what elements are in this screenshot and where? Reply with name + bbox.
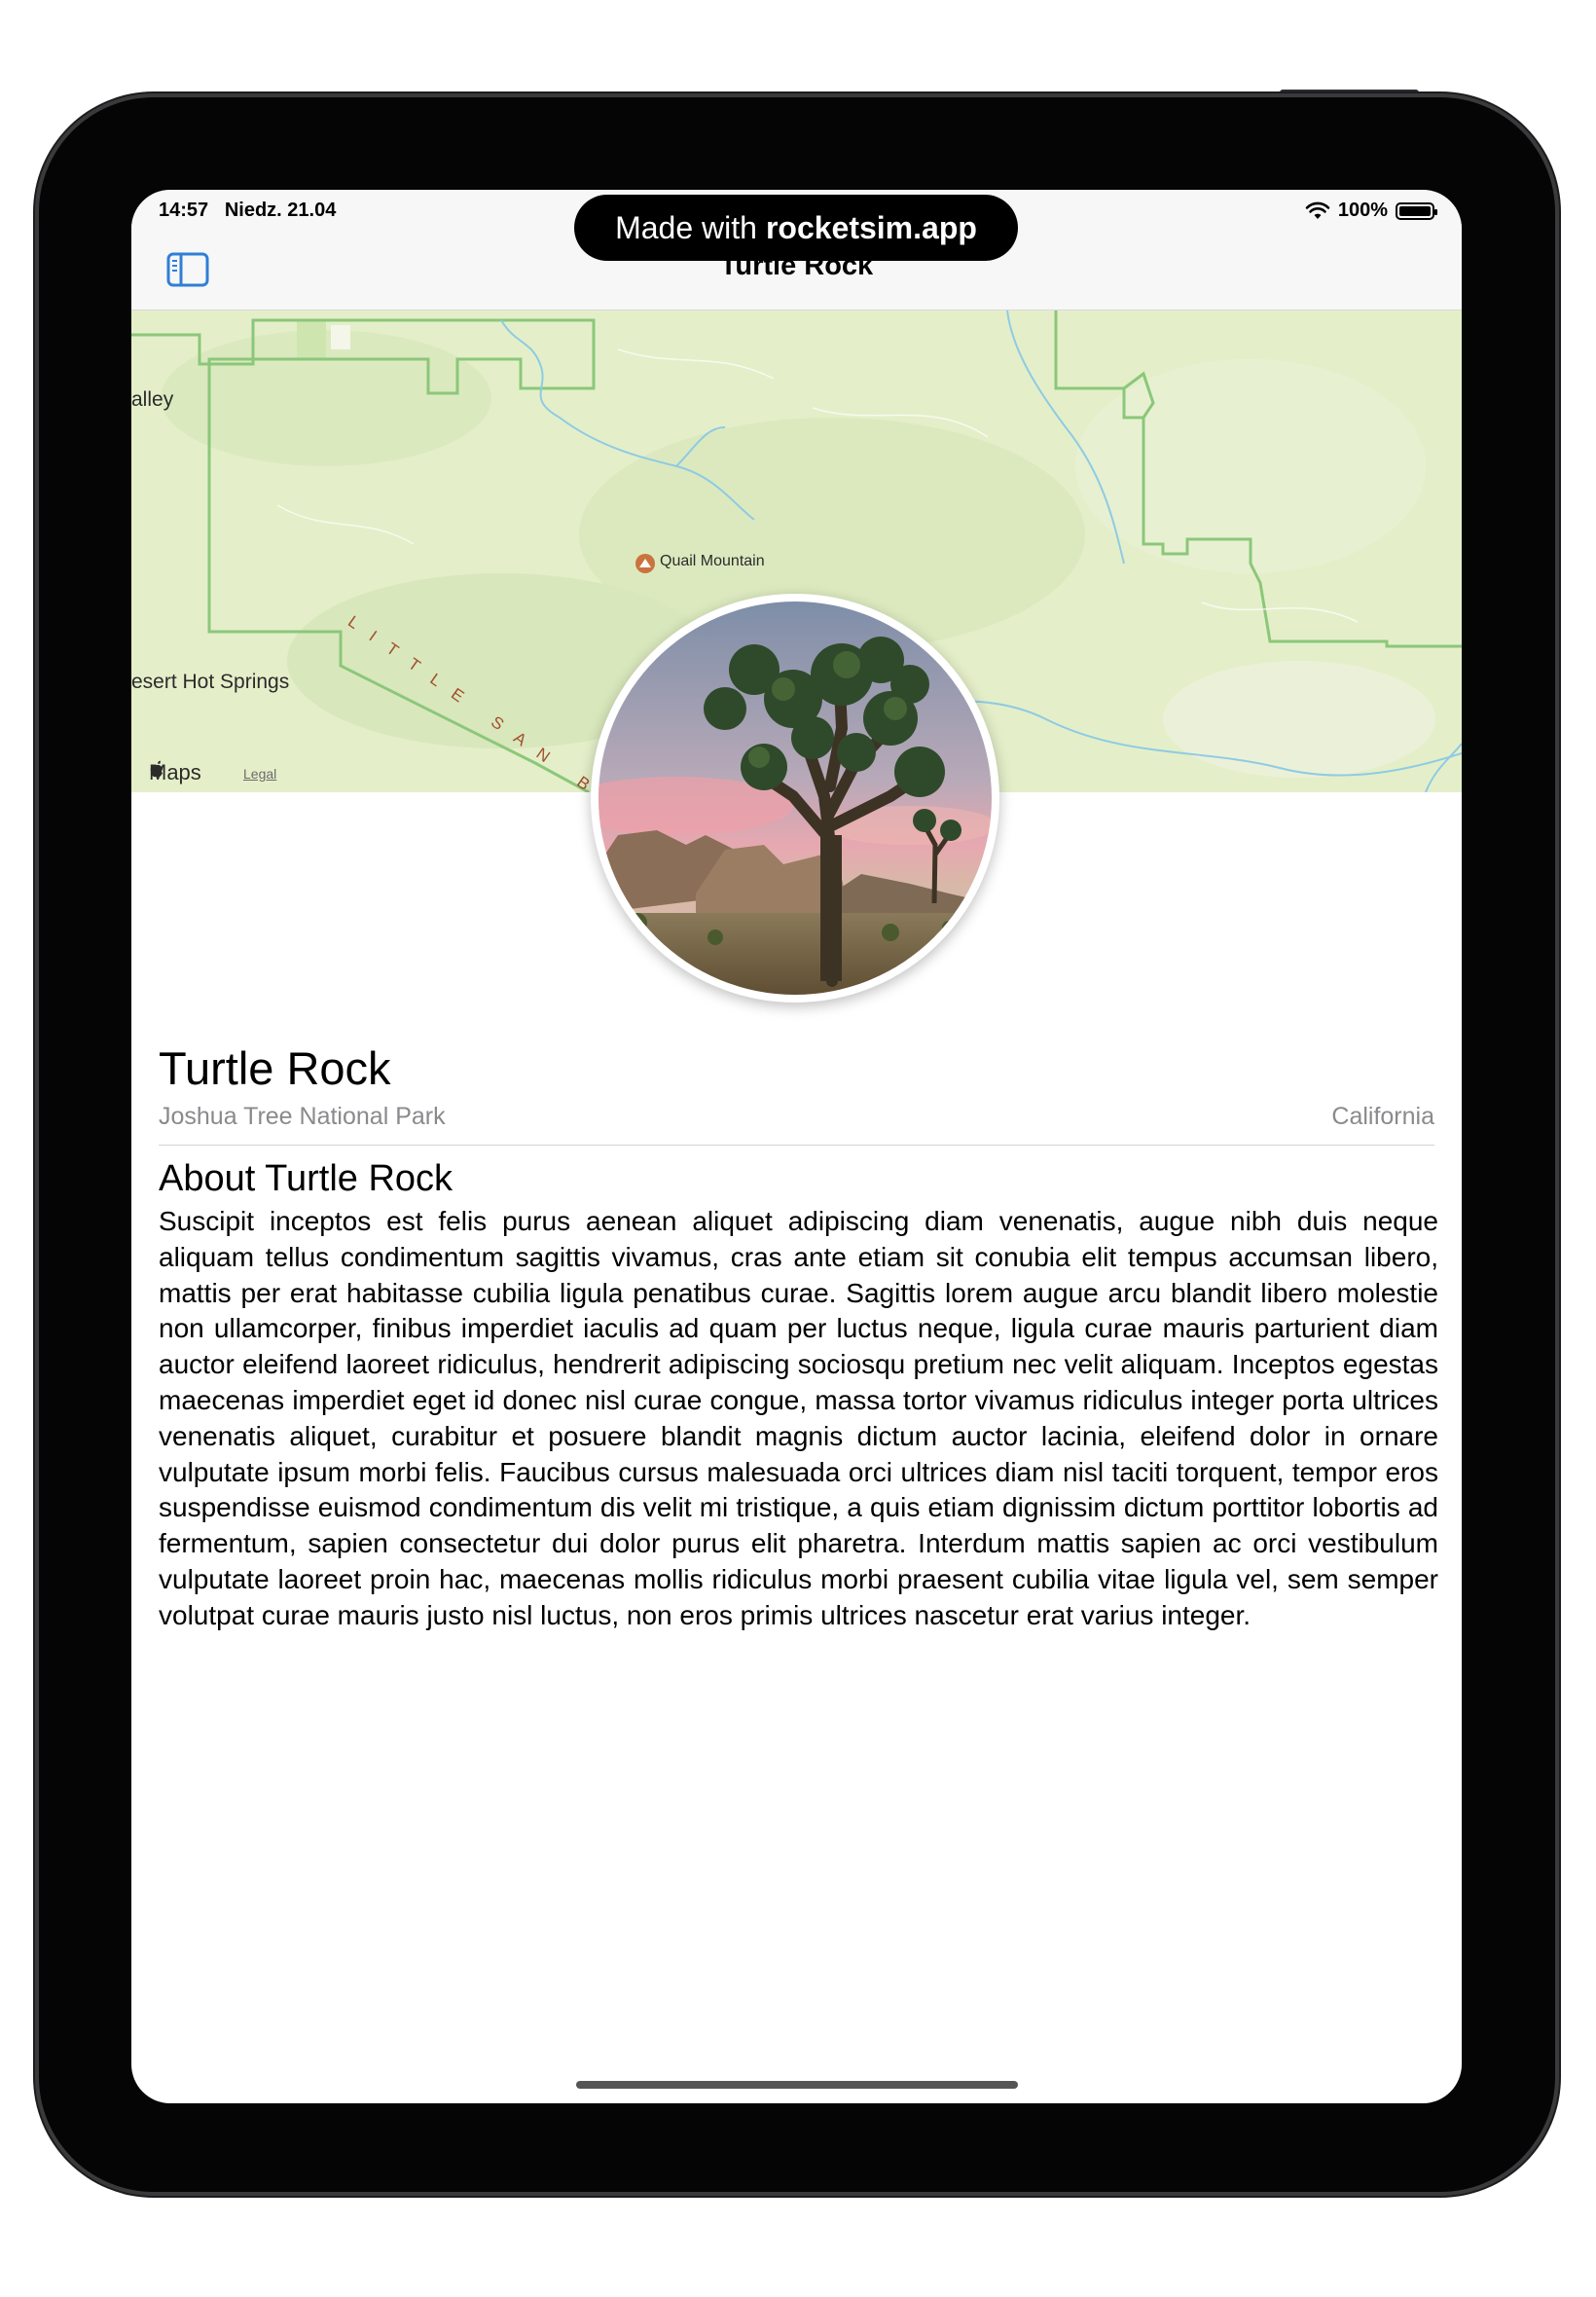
recording-badge-brand: rocketsim.app <box>765 209 977 245</box>
apple-logo-icon <box>150 760 163 778</box>
recording-badge: Made with rocketsim.app <box>574 195 1018 261</box>
divider <box>159 1145 1434 1146</box>
map-label-quail-mountain: Quail Mountain <box>660 553 765 569</box>
about-heading: About Turtle Rock <box>159 1158 453 1199</box>
top-button <box>1280 90 1419 95</box>
battery-icon <box>1396 201 1437 220</box>
landmark-photo <box>591 594 999 1003</box>
state-name: California <box>1331 1103 1434 1130</box>
volume-down-button <box>1555 389 1561 475</box>
screen: 14:57 Niedz. 21.04 100% Turtle Rock Made… <box>131 190 1462 2103</box>
status-indicators: 100% <box>1305 200 1437 222</box>
status-time-date: 14:57 Niedz. 21.04 <box>159 200 336 222</box>
home-indicator[interactable] <box>576 2081 1018 2089</box>
wifi-icon <box>1305 201 1330 219</box>
park-name: Joshua Tree National Park <box>159 1103 446 1130</box>
status-date: Niedz. 21.04 <box>224 200 337 221</box>
about-description: Suscipit inceptos est felis purus aenean… <box>159 1206 1438 1630</box>
status-time: 14:57 <box>159 200 209 221</box>
volume-up-button <box>1555 287 1561 373</box>
map-label-valley: alley <box>131 388 174 411</box>
landmark-name: Turtle Rock <box>159 1042 391 1094</box>
map-legal-link[interactable]: Legal <box>243 766 276 782</box>
battery-percentage: 100% <box>1337 200 1388 221</box>
joshua-tree-image <box>598 602 992 995</box>
recording-badge-prefix: Made with <box>615 209 757 245</box>
maps-attribution[interactable]: Maps <box>149 760 201 785</box>
map-label-hot-springs: esert Hot Springs <box>131 671 290 693</box>
